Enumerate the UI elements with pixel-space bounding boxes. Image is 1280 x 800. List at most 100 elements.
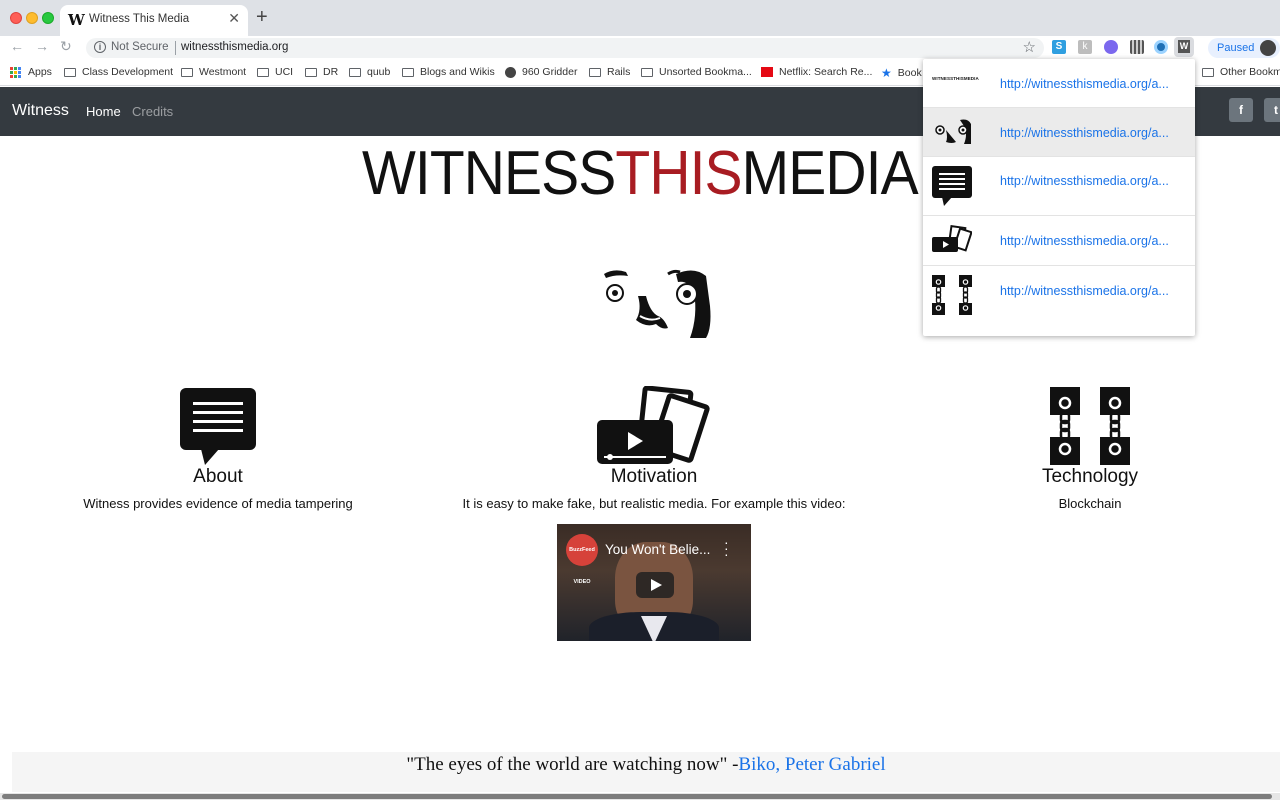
video-title[interactable]: You Won't Belie...: [605, 542, 710, 557]
brand-link[interactable]: Witness: [12, 102, 69, 120]
horizontal-scrollbar[interactable]: [0, 793, 1280, 800]
folder-icon: [589, 67, 601, 77]
bookmark-label: 960 Gridder: [522, 66, 578, 78]
active-tab[interactable]: W Witness This Media ✕: [60, 5, 248, 36]
video-cards-thumb-icon: [932, 225, 972, 252]
more-options-icon[interactable]: · · ·: [724, 535, 729, 561]
popup-item[interactable]: http://witnessthismedia.org/a...: [923, 157, 1195, 216]
star-icon: ★: [881, 66, 892, 80]
channel-badge[interactable]: BuzzFeed VIDEO: [566, 534, 598, 585]
ghost-extension-icon[interactable]: [1104, 40, 1118, 54]
bookmark-label: Rails: [607, 66, 631, 78]
bookmark-westmont[interactable]: Westmont: [181, 66, 246, 78]
bookmark-star-icon[interactable]: ☆: [1023, 38, 1036, 56]
profile-button[interactable]: Paused: [1208, 38, 1280, 58]
bookmark-label: UCI: [275, 66, 294, 78]
bookmark-book[interactable]: ★ Book: [881, 66, 922, 80]
popup-item-link[interactable]: http://witnessthismedia.org/a...: [1000, 234, 1169, 248]
folder-icon: [64, 67, 76, 77]
folder-icon: [349, 67, 361, 77]
bookmark-uci[interactable]: UCI: [257, 66, 293, 78]
quote: "The eyes of the world are watching now"…: [12, 752, 1280, 778]
popup-item[interactable]: WITNESSTHISMEDIA http://witnessthismedia…: [923, 59, 1195, 108]
folder-icon: [402, 67, 414, 77]
bookmark-label: Book: [897, 67, 922, 79]
folder-icon: [305, 67, 317, 77]
bookmark-apps[interactable]: Apps: [10, 66, 52, 78]
popup-item-link[interactable]: http://witnessthismedia.org/a...: [1000, 126, 1169, 140]
twitter-icon[interactable]: t: [1264, 98, 1280, 122]
popup-item-link[interactable]: http://witnessthismedia.org/a...: [1000, 284, 1169, 298]
zoom-window-button[interactable]: [42, 12, 54, 24]
quote-attribution-link[interactable]: Biko, Peter Gabriel: [738, 754, 885, 775]
feature-about-title: About: [193, 466, 243, 487]
feature-technology-title: Technology: [1041, 466, 1139, 487]
security-label[interactable]: Not Secure: [111, 41, 169, 53]
tab-title: Witness This Media: [89, 13, 190, 25]
popup-item[interactable]: http://witnessthismedia.org/a...: [923, 216, 1195, 266]
apps-grid-icon: [10, 66, 21, 78]
logo-word-this: THIS: [615, 139, 742, 208]
logo-thumb-text: WITNESSTHISMEDIA: [932, 76, 979, 81]
circle-extension-icon[interactable]: [1154, 40, 1168, 54]
bookmark-class-development[interactable]: Class Development: [64, 66, 173, 78]
facebook-icon[interactable]: f: [1229, 98, 1253, 122]
minimize-window-button[interactable]: [26, 12, 38, 24]
site-logo: WITNESSTHISMEDIA: [362, 138, 919, 209]
address-bar[interactable]: i Not Secure witnessthismedia.org ☆: [86, 38, 1044, 58]
reload-icon[interactable]: ↻: [60, 38, 72, 55]
chain-blocks-icon: [1050, 387, 1130, 465]
profile-status-label: Paused: [1217, 42, 1255, 54]
bookmark-label: DR: [323, 66, 339, 78]
witness-extension-icon[interactable]: W: [1174, 37, 1194, 57]
forward-icon[interactable]: →: [35, 38, 49, 54]
bookmark-blogs-and-wikis[interactable]: Blogs and Wikis: [402, 66, 495, 78]
nav-credits-link[interactable]: Credits: [132, 104, 173, 119]
bookmark-label: Class Development: [82, 66, 174, 78]
feature-motivation-title: Motivation: [610, 466, 698, 487]
embedded-video[interactable]: BuzzFeed VIDEO You Won't Belie... · · ·: [557, 524, 751, 641]
bookmark-label: Other Bookmarks: [1220, 66, 1280, 78]
popup-item[interactable]: http://witnessthismedia.org/a...: [923, 266, 1195, 336]
close-window-button[interactable]: [10, 12, 22, 24]
popup-item-link[interactable]: http://witnessthismedia.org/a...: [1000, 174, 1169, 188]
tab-close-icon[interactable]: ✕: [228, 10, 240, 27]
bookmark-label: Westmont: [199, 66, 247, 78]
url-separator: [175, 41, 176, 55]
logo-word-media: MEDIA: [741, 139, 919, 208]
mascot-icon: [604, 269, 711, 338]
bookmark-rails[interactable]: Rails: [589, 66, 630, 78]
bookmark-dr[interactable]: DR: [305, 66, 338, 78]
bookmark-label: Blogs and Wikis: [420, 66, 495, 78]
folder-icon: [257, 67, 269, 77]
bookmark-label: Unsorted Bookma...: [659, 66, 752, 78]
new-tab-icon[interactable]: +: [256, 6, 268, 29]
bookmark-other[interactable]: Other Bookmarks: [1202, 66, 1280, 78]
scrollbar-thumb[interactable]: [2, 794, 1272, 799]
feature-about-text: Witness provides evidence of media tampe…: [83, 496, 353, 511]
browser-tab-bar: W Witness This Media ✕ +: [0, 0, 1280, 36]
bookmark-unsorted[interactable]: Unsorted Bookma...: [641, 66, 752, 78]
avatar: [1260, 40, 1276, 56]
bookmark-quub[interactable]: quub: [349, 66, 390, 78]
bookmark-label: Netflix: Search Re...: [779, 66, 873, 78]
back-icon[interactable]: ←: [10, 38, 24, 54]
popup-item[interactable]: http://witnessthismedia.org/a...: [923, 108, 1195, 157]
feature-motivation-text: It is easy to make fake, but realistic m…: [462, 496, 846, 511]
extension-popup: WITNESSTHISMEDIA http://witnessthismedia…: [923, 59, 1195, 336]
info-icon[interactable]: i: [94, 41, 106, 53]
popup-item-link[interactable]: http://witnessthismedia.org/a...: [1000, 77, 1169, 91]
k-extension-icon[interactable]: k: [1078, 40, 1092, 54]
netflix-icon: [761, 67, 773, 77]
logo-thumb-icon: WITNESSTHISMEDIA: [932, 76, 979, 81]
video-cards-icon: [597, 386, 710, 464]
logo-word-witness: WITNESS: [362, 139, 616, 208]
bookmark-netflix[interactable]: Netflix: Search Re...: [761, 66, 872, 78]
url-text[interactable]: witnessthismedia.org: [181, 41, 288, 53]
nav-home-link[interactable]: Home: [86, 104, 121, 119]
barcode-extension-icon[interactable]: [1130, 40, 1144, 54]
play-icon[interactable]: [636, 572, 674, 598]
bookmark-960-gridder[interactable]: 960 Gridder: [505, 66, 577, 78]
bookmark-label: Apps: [28, 66, 52, 78]
s-extension-icon[interactable]: S: [1052, 40, 1066, 54]
